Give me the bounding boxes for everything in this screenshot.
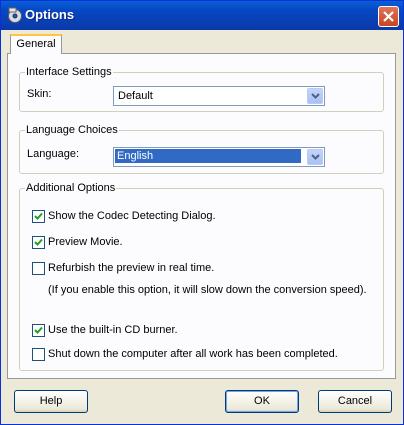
preview-movie-checkbox[interactable] — [32, 236, 45, 249]
shutdown-label[interactable]: Shut down the computer after all work ha… — [48, 348, 338, 360]
language-dropdown-button[interactable] — [307, 149, 323, 165]
codec-dialog-label[interactable]: Show the Codec Detecting Dialog. — [48, 210, 216, 222]
checkmark-icon — [34, 212, 43, 220]
checkmark-icon — [34, 238, 43, 246]
codec-dialog-checkbox[interactable] — [32, 210, 45, 223]
window-title: Options — [25, 7, 75, 22]
general-tab-panel: Interface Settings Skin: Default Languag… — [7, 53, 396, 379]
checkmark-icon — [34, 326, 43, 334]
skin-value: Default — [118, 90, 153, 102]
disc-icon — [8, 7, 22, 23]
language-choices-legend: Language Choices — [26, 124, 118, 136]
refurbish-preview-checkbox[interactable] — [32, 262, 45, 275]
interface-settings-legend: Interface Settings — [26, 66, 112, 78]
skin-label: Skin: — [27, 88, 52, 100]
refurbish-note: (If you enable this option, it will slow… — [48, 284, 367, 296]
skin-select[interactable]: Default — [113, 86, 325, 106]
refurbish-preview-label[interactable]: Refurbish the preview in real time. — [48, 262, 214, 274]
shutdown-checkbox[interactable] — [32, 348, 45, 361]
chevron-down-icon — [311, 93, 320, 99]
close-button[interactable] — [378, 6, 399, 27]
help-button[interactable]: Help — [14, 390, 88, 413]
chevron-down-icon — [311, 154, 320, 160]
ok-button[interactable]: OK — [225, 390, 299, 413]
language-value: English — [115, 149, 301, 163]
preview-movie-label[interactable]: Preview Movie. — [48, 236, 123, 248]
options-dialog: Options General Interface Settings Skin:… — [0, 0, 404, 425]
cancel-button[interactable]: Cancel — [318, 390, 392, 413]
cd-burner-label[interactable]: Use the built-in CD burner. — [48, 324, 178, 336]
title-bar[interactable]: Options — [1, 1, 403, 30]
additional-options-legend: Additional Options — [26, 182, 116, 194]
language-select[interactable]: English — [113, 147, 325, 167]
cd-burner-checkbox[interactable] — [32, 324, 45, 337]
tab-general[interactable]: General — [10, 34, 62, 54]
language-label: Language: — [27, 148, 79, 160]
close-icon — [383, 11, 394, 22]
skin-dropdown-button[interactable] — [307, 88, 323, 104]
